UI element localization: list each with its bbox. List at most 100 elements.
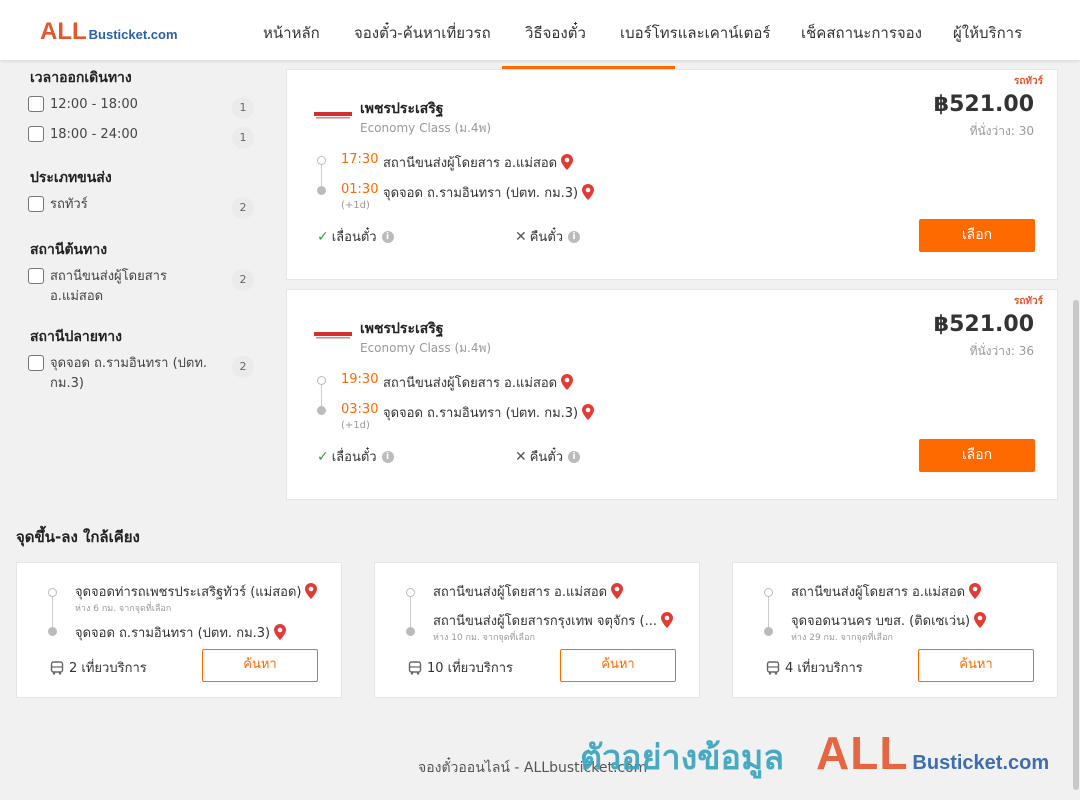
filter-count-badge: 2 xyxy=(232,269,254,291)
nearby-from-label: สถานีขนส่งผู้โดยสาร อ.แม่สอด xyxy=(791,585,966,600)
operator-logo-icon xyxy=(314,112,352,119)
destination-dot xyxy=(317,186,326,195)
nearby-search-button[interactable]: ค้นหา xyxy=(202,649,318,682)
nearby-from-station: สถานีขนส่งผู้โดยสาร อ.แม่สอด xyxy=(791,581,982,602)
destination-dot xyxy=(317,406,326,415)
nav-item-contact[interactable]: เบอร์โทรและเคาน์เตอร์ xyxy=(620,21,770,45)
nav-item-book-search[interactable]: จองตั๋ว-ค้นหาเที่ยวรถ xyxy=(354,21,491,45)
arrival-station: จุดจอด ถ.รามอินทรา (ปตท. กม.3) xyxy=(383,182,595,203)
nearby-search-button[interactable]: ค้นหา xyxy=(560,649,676,682)
reschedule-policy: ✓ เลื่อนตั๋ว i xyxy=(317,226,394,247)
cross-icon: ✕ xyxy=(515,448,527,465)
route-line xyxy=(768,593,769,631)
filter-checkbox[interactable] xyxy=(28,355,44,371)
origin-dot xyxy=(406,588,415,597)
nearby-to-station: จุดจอดนวนคร บขส. (ติดเซเว่น) xyxy=(791,610,987,631)
nearby-route-card: สถานีขนส่งผู้โดยสาร อ.แม่สอด สถานีขนส่งผ… xyxy=(374,562,700,698)
map-pin-icon[interactable] xyxy=(660,612,673,628)
nearby-route-card: สถานีขนส่งผู้โดยสาร อ.แม่สอด จุดจอดนวนคร… xyxy=(732,562,1058,698)
filter-count-badge: 2 xyxy=(232,356,254,378)
filter-title-destination: สถานีปลายทาง xyxy=(30,329,122,345)
filter-title-transport-type: ประเภทขนส่ง xyxy=(30,170,112,186)
filter-option-label: 12:00 - 18:00 xyxy=(50,97,138,112)
map-pin-icon[interactable] xyxy=(969,583,982,599)
nav-item-how-to-book[interactable]: วิธีจองตั๋ว xyxy=(525,21,586,45)
route-line xyxy=(52,593,53,631)
nearby-search-button[interactable]: ค้นหา xyxy=(918,649,1034,682)
trip-count-label: 2 เที่ยวบริการ xyxy=(69,661,147,676)
nav-item-home[interactable]: หน้าหลัก xyxy=(263,21,320,45)
logo-sub-text: Busticket.com xyxy=(88,27,178,42)
info-icon[interactable]: i xyxy=(568,230,581,243)
scrollbar-thumb[interactable] xyxy=(1073,300,1079,790)
nearby-to-label: จุดจอด ถ.รามอินทรา (ปตท. กม.3) xyxy=(75,626,271,641)
map-pin-icon[interactable] xyxy=(274,624,287,640)
destination-dot xyxy=(48,627,57,636)
map-pin-icon[interactable] xyxy=(974,612,987,628)
filter-option[interactable]: สถานีขนส่งผู้โดยสาร อ.แม่สอด 2 xyxy=(28,267,254,309)
map-pin-icon[interactable] xyxy=(611,583,624,599)
filter-option-label: 18:00 - 24:00 xyxy=(50,127,138,142)
trip-count: 2 เที่ยวบริการ xyxy=(50,657,147,678)
departure-station: สถานีขนส่งผู้โดยสาร อ.แม่สอด xyxy=(383,372,574,393)
filter-option[interactable]: รถทัวร์ 2 xyxy=(28,195,254,219)
day-offset: (+1d) xyxy=(341,420,370,431)
arrival-time: 03:30 xyxy=(341,402,379,417)
departure-time: 19:30 xyxy=(341,372,379,387)
filter-count-badge: 1 xyxy=(232,97,254,119)
trip-count-label: 4 เที่ยวบริการ xyxy=(785,661,863,676)
filter-checkbox[interactable] xyxy=(28,196,44,212)
map-pin-icon[interactable] xyxy=(582,184,595,200)
map-pin-icon[interactable] xyxy=(561,374,574,390)
nearby-to-distance: ห่าง 29 กม. จากจุดที่เลือก xyxy=(791,633,893,643)
filter-count-badge: 1 xyxy=(232,127,254,149)
nearby-from-label: สถานีขนส่งผู้โดยสาร อ.แม่สอด xyxy=(433,585,608,600)
day-offset: (+1d) xyxy=(341,200,370,211)
nearby-to-station: สถานีขนส่งผู้โดยสารกรุงเทพ จตุจักร (... xyxy=(433,610,673,631)
arrival-time: 01:30 xyxy=(341,182,379,197)
departure-station-label: สถานีขนส่งผู้โดยสาร อ.แม่สอด xyxy=(383,376,558,391)
nearby-route-card: จุดจอดท่ารถเพชรประเสริฐทัวร์ (แม่สอด) ห่… xyxy=(16,562,342,698)
check-icon: ✓ xyxy=(317,228,329,245)
nav-item-check-status[interactable]: เช็คสถานะการจอง xyxy=(801,21,922,45)
vehicle-type-tag: รถทัวร์ xyxy=(1013,296,1043,307)
info-icon[interactable]: i xyxy=(381,230,394,243)
map-pin-icon[interactable] xyxy=(561,154,574,170)
filter-checkbox[interactable] xyxy=(28,126,44,142)
filter-option[interactable]: 18:00 - 24:00 1 xyxy=(28,125,254,149)
nearby-from-distance: ห่าง 6 กม. จากจุดที่เลือก xyxy=(75,604,172,614)
site-logo[interactable]: ALL Busticket.com xyxy=(40,18,178,46)
filter-option[interactable]: จุดจอด ถ.รามอินทรา (ปตท. กม.3) 2 xyxy=(28,354,254,396)
ticket-price: ฿521.00 xyxy=(933,92,1034,117)
nearby-to-label: จุดจอดนวนคร บขส. (ติดเซเว่น) xyxy=(791,614,971,629)
bus-icon xyxy=(408,660,422,675)
filter-checkbox[interactable] xyxy=(28,96,44,112)
route-line xyxy=(410,593,411,631)
select-trip-button[interactable]: เลือก xyxy=(919,219,1035,252)
operator-name: เพชรประเสริฐ xyxy=(360,321,444,337)
vehicle-type-tag: รถทัวร์ xyxy=(1013,76,1043,87)
trip-count: 10 เที่ยวบริการ xyxy=(408,657,513,678)
nav-item-providers[interactable]: ผู้ให้บริการ xyxy=(953,21,1022,45)
filter-option-label: จุดจอด ถ.รามอินทรา (ปตท. กม.3) xyxy=(50,356,208,391)
origin-dot xyxy=(764,588,773,597)
filter-option-label: สถานีขนส่งผู้โดยสาร อ.แม่สอด xyxy=(50,269,167,304)
filter-checkbox[interactable] xyxy=(28,268,44,284)
map-pin-icon[interactable] xyxy=(305,583,318,599)
filter-count-badge: 2 xyxy=(232,197,254,219)
filter-title-departure-time: เวลาออกเดินทาง xyxy=(30,70,132,86)
nearby-from-label: จุดจอดท่ารถเพชรประเสริฐทัวร์ (แม่สอด) xyxy=(75,585,302,600)
refund-policy: ✕ คืนตั๋ว i xyxy=(515,446,581,467)
map-pin-icon[interactable] xyxy=(582,404,595,420)
info-icon[interactable]: i xyxy=(568,450,581,463)
logo-main-text: ALL xyxy=(40,18,87,45)
arrival-station-label: จุดจอด ถ.รามอินทรา (ปตท. กม.3) xyxy=(383,186,579,201)
select-trip-button[interactable]: เลือก xyxy=(919,439,1035,472)
arrival-station: จุดจอด ถ.รามอินทรา (ปตท. กม.3) xyxy=(383,402,595,423)
origin-dot xyxy=(317,156,326,165)
filter-option[interactable]: 12:00 - 18:00 1 xyxy=(28,95,254,119)
reschedule-label: เลื่อนตั๋ว xyxy=(331,230,377,245)
trip-count: 4 เที่ยวบริการ xyxy=(766,657,863,678)
operator-name: เพชรประเสริฐ xyxy=(360,101,444,117)
info-icon[interactable]: i xyxy=(381,450,394,463)
